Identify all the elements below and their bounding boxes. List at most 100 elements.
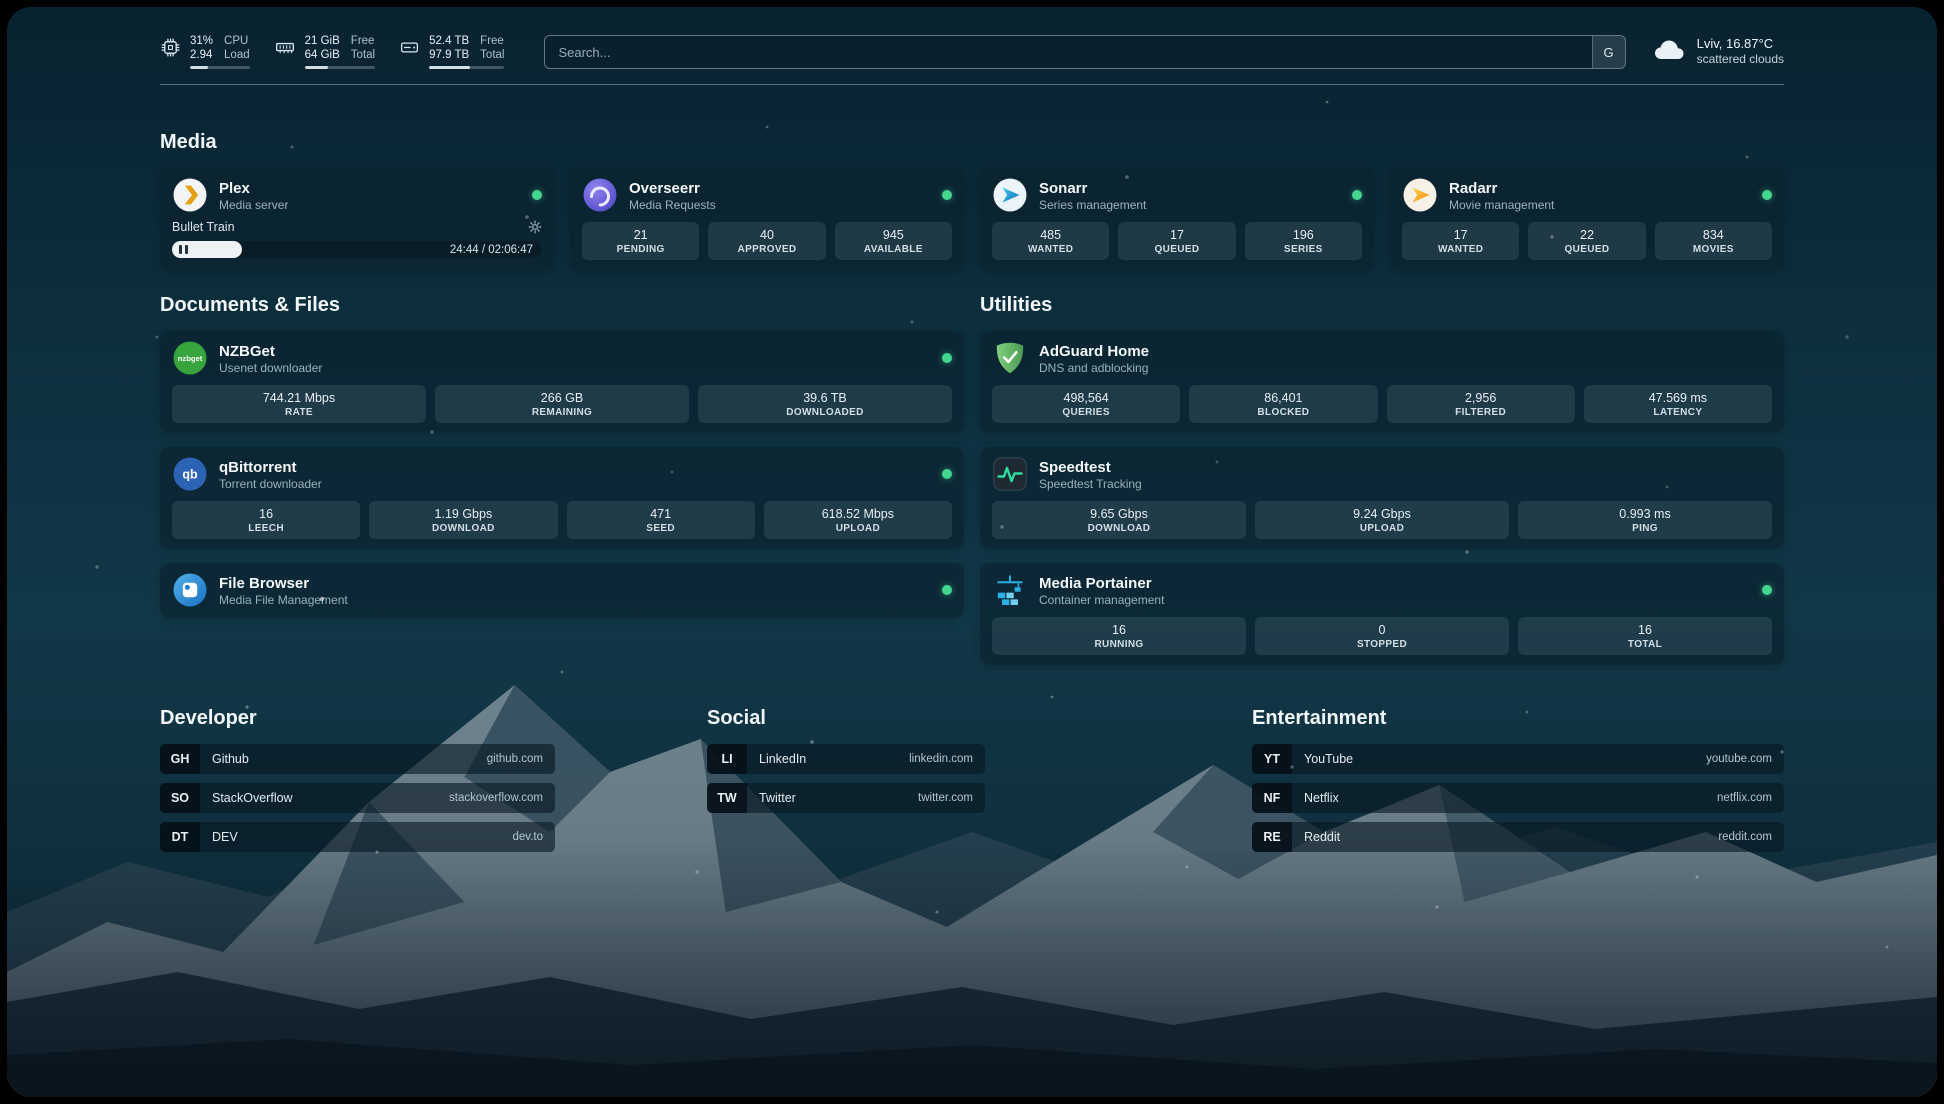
stat-box: 2,956 FILTERED — [1387, 385, 1575, 423]
bookmark-twitter[interactable]: TW Twitter twitter.com — [707, 783, 985, 813]
section-title-developer: Developer — [160, 707, 555, 730]
bookmark-url: reddit.com — [1718, 831, 1772, 843]
bookmark-url: twitter.com — [918, 792, 973, 804]
now-playing-title: Bullet Train — [172, 220, 235, 234]
svg-text:qb: qb — [182, 468, 198, 482]
bookmark-abbr: GH — [160, 744, 200, 774]
disk-progress-fill — [429, 66, 470, 69]
memory-total-label: Total — [351, 48, 375, 62]
disk-free-value: 52.4 TB — [429, 34, 469, 48]
service-description: Movie management — [1449, 198, 1554, 212]
memory-icon — [274, 37, 296, 58]
speedtest-icon — [992, 456, 1028, 492]
service-description: Container management — [1039, 593, 1164, 607]
stat-box: 744.21 Mbps RATE — [172, 385, 426, 423]
stat-box: 47.569 ms LATENCY — [1584, 385, 1772, 423]
stat-box: 16 TOTAL — [1518, 617, 1772, 655]
stat-box: 39.6 TB DOWNLOADED — [698, 385, 952, 423]
status-dot — [1352, 190, 1362, 200]
bookmark-youtube[interactable]: YT YouTube youtube.com — [1252, 744, 1784, 774]
bookmark-linkedin[interactable]: LI LinkedIn linkedin.com — [707, 744, 985, 774]
cpu-load-value: 2.94 — [190, 48, 213, 62]
cpu-usage-value: 31% — [190, 34, 213, 48]
service-link-adguard[interactable]: AdGuard Home DNS and adblocking — [992, 340, 1772, 376]
service-link-portainer[interactable]: Media Portainer Container management — [992, 572, 1772, 608]
bookmark-dev[interactable]: DT DEV dev.to — [160, 822, 555, 852]
bookmark-name: Github — [212, 752, 249, 766]
bookmark-github[interactable]: GH Github github.com — [160, 744, 555, 774]
portainer-crane-icon — [992, 572, 1028, 608]
memory-free-label: Free — [351, 34, 375, 48]
top-bar: 31% 2.94 CPU Load — [160, 33, 1784, 69]
stat-box: 266 GB REMAINING — [435, 385, 689, 423]
stat-box: 16 RUNNING — [992, 617, 1246, 655]
status-dot — [1762, 190, 1772, 200]
cpu-progress-fill — [190, 66, 208, 69]
service-card-radarr: Radarr Movie management 17 WANTED 22 QUE… — [1390, 168, 1784, 270]
qbittorrent-icon: qb — [172, 456, 208, 492]
stat-box: 17 QUEUED — [1118, 222, 1235, 260]
service-card-nzbget: nzbget NZBGet Usenet downloader 744.21 M… — [160, 331, 964, 433]
search-provider-button[interactable]: G — [1592, 36, 1625, 68]
service-link-nzbget[interactable]: nzbget NZBGet Usenet downloader — [172, 340, 952, 376]
dashboard-window: 31% 2.94 CPU Load — [7, 7, 1937, 1097]
bookmark-url: stackoverflow.com — [449, 792, 543, 804]
service-description: DNS and adblocking — [1039, 361, 1149, 375]
service-link-qbittorrent[interactable]: qb qBittorrent Torrent downloader — [172, 456, 952, 492]
settings-gear-icon[interactable] — [528, 220, 542, 234]
bookmark-reddit[interactable]: RE Reddit reddit.com — [1252, 822, 1784, 852]
weather-condition: scattered clouds — [1697, 52, 1784, 67]
bookmark-abbr: LI — [707, 744, 747, 774]
service-link-speedtest[interactable]: Speedtest Speedtest Tracking — [992, 456, 1772, 492]
bookmark-name: LinkedIn — [759, 752, 806, 766]
disk-icon — [399, 37, 420, 58]
section-title-documents: Documents & Files — [160, 294, 964, 317]
service-card-speedtest: Speedtest Speedtest Tracking 9.65 Gbps D… — [980, 447, 1784, 549]
stat-box: 21 PENDING — [582, 222, 699, 260]
service-description: Usenet downloader — [219, 361, 322, 375]
service-name: Speedtest — [1039, 458, 1142, 477]
disk-widget: 52.4 TB 97.9 TB Free Total — [399, 34, 504, 69]
service-description: Series management — [1039, 198, 1146, 212]
bookmark-name: Reddit — [1304, 830, 1340, 844]
stat-box: 196 SERIES — [1245, 222, 1362, 260]
cpu-icon — [160, 37, 181, 58]
section-title-social: Social — [707, 707, 985, 730]
service-link-radarr[interactable]: Radarr Movie management — [1402, 177, 1772, 213]
bookmark-abbr: RE — [1252, 822, 1292, 852]
bookmark-abbr: SO — [160, 783, 200, 813]
stat-box: 471 SEED — [567, 501, 755, 539]
service-name: Plex — [219, 179, 288, 198]
service-card-portainer: Media Portainer Container management 16 … — [980, 563, 1784, 665]
disk-total-value: 97.9 TB — [429, 48, 469, 62]
bookmark-url: youtube.com — [1706, 753, 1772, 765]
search-input[interactable] — [545, 36, 1591, 68]
disk-total-label: Total — [480, 48, 504, 62]
service-description: Media File Management — [219, 593, 348, 607]
radarr-icon — [1402, 177, 1438, 213]
service-link-filebrowser[interactable]: File Browser Media File Management — [172, 572, 952, 608]
weather-widget: Lviv, 16.87°C scattered clouds — [1652, 36, 1784, 67]
service-name: NZBGet — [219, 342, 322, 361]
bookmark-stackoverflow[interactable]: SO StackOverflow stackoverflow.com — [160, 783, 555, 813]
stat-box: 618.52 Mbps UPLOAD — [764, 501, 952, 539]
service-link-sonarr[interactable]: Sonarr Series management — [992, 177, 1362, 213]
service-card-filebrowser: File Browser Media File Management — [160, 563, 964, 618]
stat-box: 834 MOVIES — [1655, 222, 1772, 260]
pause-icon — [179, 245, 188, 254]
disk-progress-bar — [429, 66, 504, 69]
stat-box: 1.19 Gbps DOWNLOAD — [369, 501, 557, 539]
playback-time: 24:44 / 02:06:47 — [450, 244, 533, 256]
status-dot — [1762, 585, 1772, 595]
service-link-plex[interactable]: Plex Media server — [172, 177, 542, 213]
stat-box: 17 WANTED — [1402, 222, 1519, 260]
memory-free-value: 21 GiB — [305, 34, 340, 48]
bookmark-netflix[interactable]: NF Netflix netflix.com — [1252, 783, 1784, 813]
service-link-overseerr[interactable]: Overseerr Media Requests — [582, 177, 952, 213]
service-description: Torrent downloader — [219, 477, 322, 491]
service-name: Overseerr — [629, 179, 716, 198]
bookmark-abbr: TW — [707, 783, 747, 813]
section-title-entertainment: Entertainment — [1252, 707, 1784, 730]
sonarr-icon — [992, 177, 1028, 213]
section-title-utilities: Utilities — [980, 294, 1784, 317]
